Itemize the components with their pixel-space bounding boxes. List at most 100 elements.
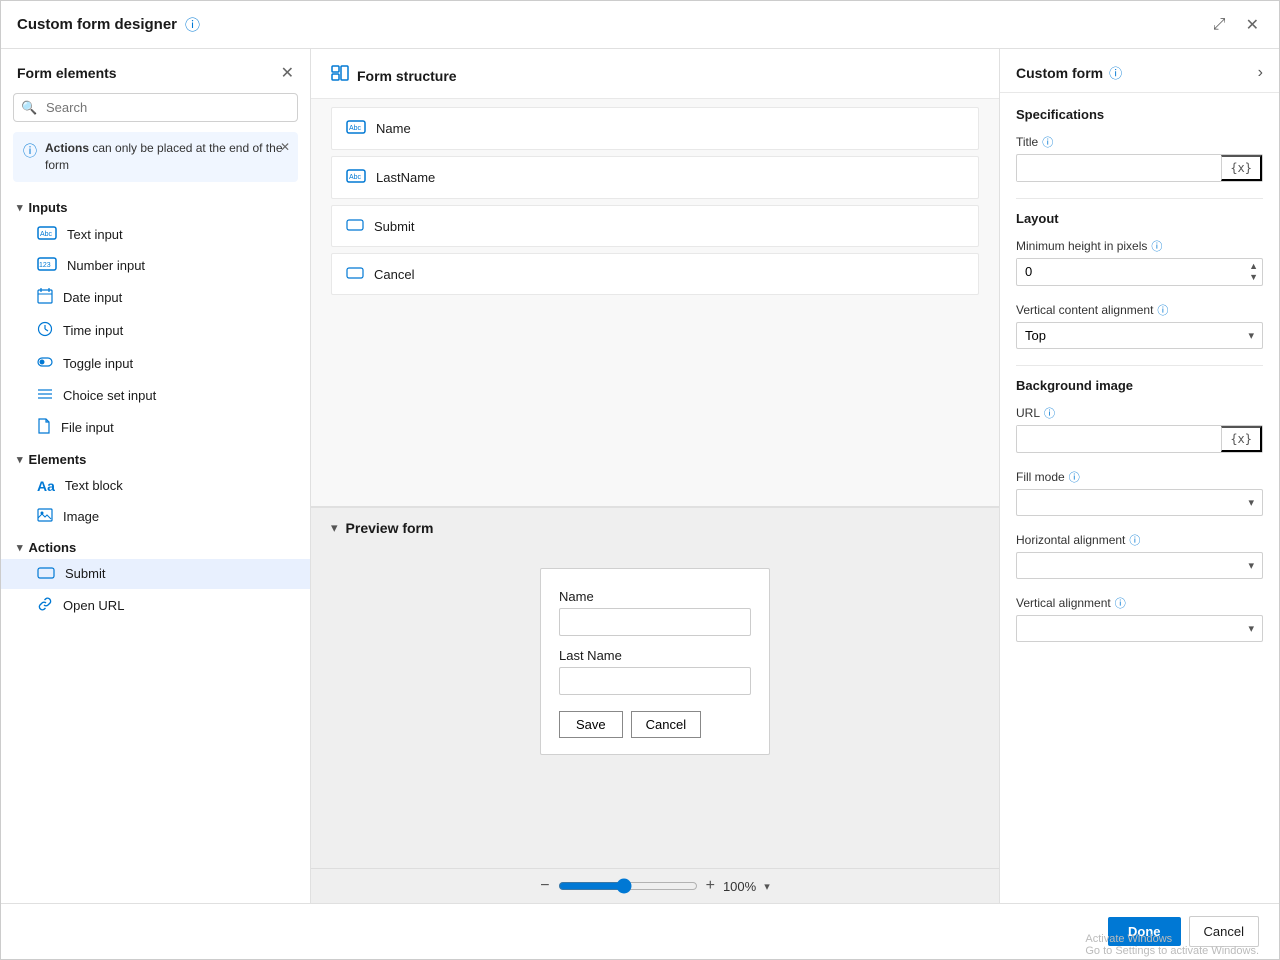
element-choice-set-input[interactable]: Choice set input	[1, 380, 310, 411]
search-input[interactable]	[13, 93, 298, 122]
form-item-lastname[interactable]: Abc LastName	[331, 156, 979, 199]
horiz-alignment-label-text: Horizontal alignment	[1016, 533, 1125, 547]
open-url-label: Open URL	[63, 598, 124, 613]
time-input-icon	[37, 321, 53, 340]
element-toggle-input[interactable]: Toggle input	[1, 347, 310, 380]
preview-save-button[interactable]: Save	[559, 711, 623, 738]
expand-button[interactable]: ⤢	[1209, 12, 1230, 38]
svg-text:123: 123	[39, 262, 51, 269]
min-height-up-arrow[interactable]: ▲	[1249, 261, 1258, 272]
min-height-info-icon[interactable]: ⓘ	[1151, 238, 1162, 254]
vertical-alignment-label-text: Vertical content alignment	[1016, 303, 1153, 317]
zoom-dropdown-button[interactable]: ▾	[764, 880, 770, 893]
horiz-alignment-chevron-icon: ▾	[1240, 559, 1262, 572]
svg-text:Abc: Abc	[349, 125, 362, 132]
url-input[interactable]	[1017, 426, 1221, 451]
section-elements-header[interactable]: ▾ Elements	[1, 444, 310, 471]
right-panel-content: Specifications Title ⓘ {x} Layout	[1000, 93, 1279, 672]
divider-bg	[1016, 365, 1263, 366]
min-height-field-group: Minimum height in pixels ⓘ ▲ ▼	[1016, 238, 1263, 286]
preview-header[interactable]: ▾ Preview form	[311, 507, 999, 548]
section-actions-header[interactable]: ▾ Actions	[1, 532, 310, 559]
zoom-slider[interactable]	[558, 878, 698, 894]
url-fx-button[interactable]: {x}	[1221, 426, 1262, 452]
toggle-input-label: Toggle input	[63, 356, 133, 371]
image-label: Image	[63, 509, 99, 524]
right-panel: Custom form ⓘ › Specifications Title ⓘ {…	[999, 49, 1279, 903]
title-label-text: Title	[1016, 135, 1038, 149]
elements-section-label: Elements	[29, 452, 87, 467]
window-title: Custom form designer	[17, 16, 177, 33]
form-item-submit-label: Submit	[374, 219, 414, 234]
form-item-cancel-icon	[346, 266, 364, 282]
min-height-down-arrow[interactable]: ▼	[1249, 272, 1258, 283]
title-field-label: Title ⓘ	[1016, 134, 1263, 150]
open-url-icon	[37, 596, 53, 615]
vertical-alignment-info-icon[interactable]: ⓘ	[1157, 302, 1168, 318]
preview-title: Preview form	[346, 520, 434, 536]
element-text-block[interactable]: Aa Text block	[1, 471, 310, 501]
url-field-label: URL ⓘ	[1016, 405, 1263, 421]
date-input-icon	[37, 288, 53, 307]
preview-lastname-label: Last Name	[559, 648, 751, 663]
text-block-icon: Aa	[37, 478, 55, 494]
close-window-button[interactable]: ✕	[1242, 11, 1263, 39]
text-input-label: Text input	[67, 227, 123, 242]
horiz-alignment-info-icon[interactable]: ⓘ	[1129, 532, 1140, 548]
form-items-list: Abc Name Abc LastName Subm	[311, 99, 999, 309]
preview-lastname-input[interactable]	[559, 667, 751, 695]
activate-watermark: Activate WindowsGo to Settings to activa…	[1085, 933, 1259, 957]
min-height-input[interactable]	[1017, 259, 1245, 284]
left-panel-close-button[interactable]: ✕	[281, 63, 294, 83]
horiz-alignment-field-label: Horizontal alignment ⓘ	[1016, 532, 1263, 548]
element-text-input[interactable]: Abc Text input	[1, 219, 310, 250]
element-number-input[interactable]: 123 Number input	[1, 250, 310, 281]
form-structure-title: Form structure	[357, 68, 457, 84]
vert-alignment-label-text: Vertical alignment	[1016, 596, 1111, 610]
layout-title: Layout	[1016, 211, 1263, 226]
title-field-group: Title ⓘ {x}	[1016, 134, 1263, 182]
horiz-alignment-select[interactable]: Left Center Right	[1017, 553, 1240, 578]
vert-alignment-chevron-icon: ▾	[1240, 622, 1262, 635]
element-date-input[interactable]: Date input	[1, 281, 310, 314]
section-inputs-header[interactable]: ▾ Inputs	[1, 192, 310, 219]
fill-mode-field-group: Fill mode ⓘ Cover Repeat RepeatHorizonta…	[1016, 469, 1263, 516]
min-height-field-label: Minimum height in pixels ⓘ	[1016, 238, 1263, 254]
vertical-alignment-select-wrap: Top Center Bottom ▾	[1016, 322, 1263, 349]
element-submit[interactable]: Submit	[1, 559, 310, 589]
vert-alignment-select[interactable]: Top Center Bottom	[1017, 616, 1240, 641]
vertical-alignment-select[interactable]: Top Center Bottom	[1017, 323, 1240, 348]
preview-name-input[interactable]	[559, 608, 751, 636]
right-panel-expand-button[interactable]: ›	[1258, 64, 1263, 82]
title-input[interactable]	[1017, 156, 1221, 181]
vert-alignment-info-icon[interactable]: ⓘ	[1115, 595, 1126, 611]
titlebar-right: ⤢ ✕	[1209, 11, 1263, 39]
info-notice: ⓘ Actions can only be placed at the end …	[13, 132, 298, 182]
element-image[interactable]: Image	[1, 501, 310, 532]
element-file-input[interactable]: File input	[1, 411, 310, 444]
title-info-icon[interactable]: ⓘ	[185, 14, 200, 35]
notice-close-button[interactable]: ✕	[280, 140, 290, 154]
fill-mode-info-icon[interactable]: ⓘ	[1069, 469, 1080, 485]
element-open-url[interactable]: Open URL	[1, 589, 310, 622]
element-time-input[interactable]: Time input	[1, 314, 310, 347]
choice-set-input-label: Choice set input	[63, 388, 156, 403]
vert-alignment-field-group: Vertical alignment ⓘ Top Center Bottom ▾	[1016, 595, 1263, 642]
preview-buttons: Save Cancel	[559, 711, 751, 738]
form-item-name[interactable]: Abc Name	[331, 107, 979, 150]
submit-label: Submit	[65, 566, 105, 581]
vert-alignment-select-wrap: Top Center Bottom ▾	[1016, 615, 1263, 642]
right-panel-info-icon[interactable]: ⓘ	[1109, 63, 1122, 82]
vert-alignment-field-label: Vertical alignment ⓘ	[1016, 595, 1263, 611]
url-input-wrap: {x}	[1016, 425, 1263, 453]
image-icon	[37, 508, 53, 525]
form-item-cancel[interactable]: Cancel	[331, 253, 979, 295]
title-fx-button[interactable]: {x}	[1221, 155, 1262, 181]
title-info-icon[interactable]: ⓘ	[1042, 134, 1053, 150]
fill-mode-select[interactable]: Cover Repeat RepeatHorizontally RepeatVe…	[1017, 490, 1240, 515]
preview-cancel-button[interactable]: Cancel	[631, 711, 701, 738]
url-info-icon[interactable]: ⓘ	[1044, 405, 1055, 421]
form-item-submit[interactable]: Submit	[331, 205, 979, 247]
zoom-out-button[interactable]: −	[540, 877, 549, 895]
zoom-in-button[interactable]: +	[706, 877, 715, 895]
